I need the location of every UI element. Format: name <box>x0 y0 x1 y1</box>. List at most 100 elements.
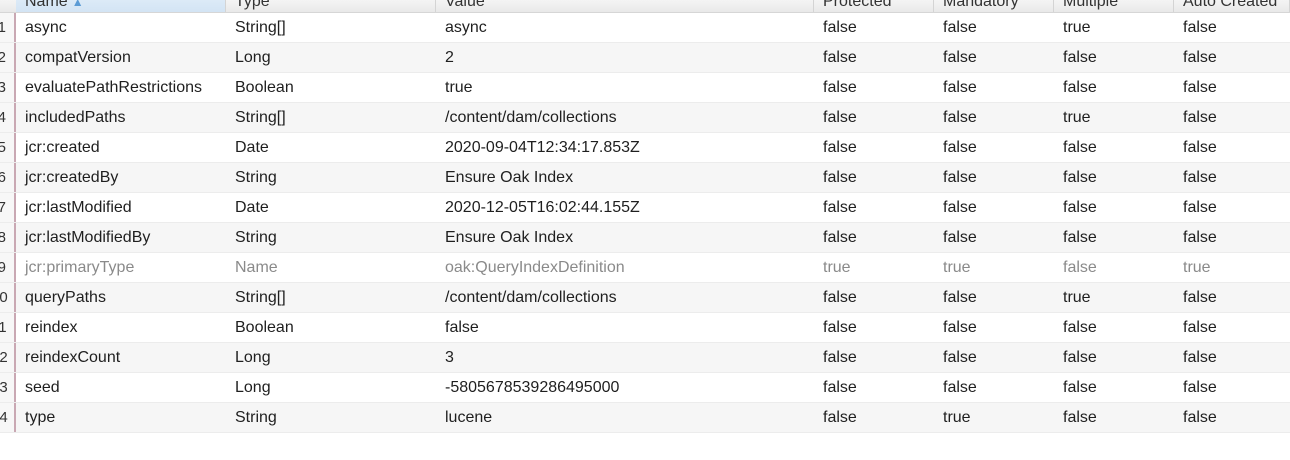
column-header-auto-created[interactable]: Auto Created <box>1174 0 1290 12</box>
table-row[interactable]: 1 async String[] async false false true false <box>0 13 1290 43</box>
cell-auto-created[interactable]: false <box>1174 73 1290 102</box>
cell-type[interactable]: Boolean <box>226 313 436 342</box>
cell-value[interactable]: 2020-09-04T12:34:17.853Z <box>436 133 814 162</box>
cell-name[interactable]: reindex <box>16 313 226 342</box>
cell-value[interactable]: lucene <box>436 403 814 432</box>
cell-protected[interactable]: false <box>814 373 934 402</box>
cell-mandatory[interactable]: false <box>934 43 1054 72</box>
cell-value[interactable]: -5805678539286495000 <box>436 373 814 402</box>
cell-value[interactable]: Ensure Oak Index <box>436 223 814 252</box>
cell-protected[interactable]: false <box>814 283 934 312</box>
cell-auto-created[interactable]: false <box>1174 13 1290 42</box>
cell-protected[interactable]: false <box>814 73 934 102</box>
cell-auto-created[interactable]: false <box>1174 373 1290 402</box>
cell-protected[interactable]: false <box>814 133 934 162</box>
cell-auto-created[interactable]: false <box>1174 103 1290 132</box>
cell-name[interactable]: jcr:lastModified <box>16 193 226 222</box>
cell-protected[interactable]: false <box>814 223 934 252</box>
cell-mandatory[interactable]: false <box>934 283 1054 312</box>
cell-value[interactable]: oak:QueryIndexDefinition <box>436 253 814 282</box>
cell-name[interactable]: jcr:created <box>16 133 226 162</box>
cell-type[interactable]: String[] <box>226 13 436 42</box>
cell-auto-created[interactable]: false <box>1174 283 1290 312</box>
cell-type[interactable]: Date <box>226 133 436 162</box>
cell-multiple[interactable]: false <box>1054 253 1174 282</box>
cell-type[interactable]: Date <box>226 193 436 222</box>
cell-multiple[interactable]: false <box>1054 343 1174 372</box>
cell-protected[interactable]: false <box>814 13 934 42</box>
cell-name[interactable]: includedPaths <box>16 103 226 132</box>
cell-value[interactable]: 2020-12-05T16:02:44.155Z <box>436 193 814 222</box>
table-row[interactable]: 11reindexBooleanfalsefalsefalsefalsefals… <box>0 313 1290 343</box>
cell-multiple[interactable]: false <box>1054 43 1174 72</box>
cell-type[interactable]: String <box>226 163 436 192</box>
cell-multiple[interactable]: false <box>1054 133 1174 162</box>
cell-multiple[interactable]: false <box>1054 373 1174 402</box>
cell-protected[interactable]: false <box>814 193 934 222</box>
cell-mandatory[interactable]: false <box>934 223 1054 252</box>
cell-multiple[interactable]: false <box>1054 163 1174 192</box>
cell-type[interactable]: String <box>226 223 436 252</box>
cell-multiple[interactable]: true <box>1054 283 1174 312</box>
cell-auto-created[interactable]: false <box>1174 193 1290 222</box>
cell-mandatory[interactable]: false <box>934 313 1054 342</box>
cell-multiple[interactable]: false <box>1054 223 1174 252</box>
cell-mandatory[interactable]: false <box>934 103 1054 132</box>
cell-value[interactable]: Ensure Oak Index <box>436 163 814 192</box>
cell-auto-created[interactable]: false <box>1174 223 1290 252</box>
cell-value[interactable]: false <box>436 313 814 342</box>
cell-auto-created[interactable]: false <box>1174 43 1290 72</box>
cell-multiple[interactable]: false <box>1054 403 1174 432</box>
table-row[interactable]: 13seedLong-5805678539286495000falsefalse… <box>0 373 1290 403</box>
table-row[interactable]: 12reindexCountLong3falsefalsefalsefalse <box>0 343 1290 373</box>
table-row[interactable]: 6 jcr:createdBy String Ensure Oak Index fals… <box>0 163 1290 193</box>
cell-value[interactable]: /content/dam/collections <box>436 283 814 312</box>
cell-mandatory[interactable]: false <box>934 163 1054 192</box>
cell-name[interactable]: jcr:primaryType <box>16 253 226 282</box>
cell-type[interactable]: String <box>226 403 436 432</box>
table-row[interactable]: 7 jcr:lastModified Date 2020-12-05T16:02:44… <box>0 193 1290 223</box>
column-header-value[interactable]: Value <box>436 0 814 12</box>
cell-auto-created[interactable]: false <box>1174 133 1290 162</box>
column-header-mandatory[interactable]: Mandatory <box>934 0 1054 12</box>
cell-multiple[interactable]: false <box>1054 73 1174 102</box>
cell-protected[interactable]: false <box>814 313 934 342</box>
table-row[interactable]: 4 includedPaths String[]/content/dam/colle… <box>0 103 1290 133</box>
cell-protected[interactable]: false <box>814 163 934 192</box>
cell-auto-created[interactable]: true <box>1174 253 1290 282</box>
cell-type[interactable]: String[] <box>226 103 436 132</box>
column-header-protected[interactable]: Protected <box>814 0 934 12</box>
table-row[interactable]: 14typeStringlucenefalsetruefalsefalse <box>0 403 1290 433</box>
table-row[interactable]: 2 compatVersion Long 2 false false false false <box>0 43 1290 73</box>
cell-mandatory[interactable]: true <box>934 253 1054 282</box>
cell-type[interactable]: Long <box>226 43 436 72</box>
cell-protected[interactable]: false <box>814 403 934 432</box>
table-row[interactable]: 10queryPathsString[]/content/dam/collect… <box>0 283 1290 313</box>
cell-name[interactable]: async <box>16 13 226 42</box>
cell-protected[interactable]: false <box>814 103 934 132</box>
cell-auto-created[interactable]: false <box>1174 163 1290 192</box>
cell-name[interactable]: reindexCount <box>16 343 226 372</box>
cell-value[interactable]: 2 <box>436 43 814 72</box>
cell-type[interactable]: Boolean <box>226 73 436 102</box>
cell-mandatory[interactable]: false <box>934 13 1054 42</box>
cell-mandatory[interactable]: false <box>934 73 1054 102</box>
column-header-multiple[interactable]: Multiple <box>1054 0 1174 12</box>
cell-name[interactable]: queryPaths <box>16 283 226 312</box>
cell-auto-created[interactable]: false <box>1174 403 1290 432</box>
table-row[interactable]: 8 jcr:lastModifiedBy String Ensure Oak Inde… <box>0 223 1290 253</box>
cell-type[interactable]: Name <box>226 253 436 282</box>
column-header-type[interactable]: Type <box>226 0 436 12</box>
cell-auto-created[interactable]: false <box>1174 343 1290 372</box>
cell-name[interactable]: compatVersion <box>16 43 226 72</box>
cell-type[interactable]: Long <box>226 343 436 372</box>
table-row[interactable]: 3 evaluatePathRestrictions Boolean true fals… <box>0 73 1290 103</box>
cell-protected[interactable]: true <box>814 253 934 282</box>
column-header-name[interactable]: Name ▲ <box>16 0 226 12</box>
cell-auto-created[interactable]: false <box>1174 313 1290 342</box>
cell-name[interactable]: jcr:lastModifiedBy <box>16 223 226 252</box>
cell-name[interactable]: evaluatePathRestrictions <box>16 73 226 102</box>
cell-multiple[interactable]: false <box>1054 193 1174 222</box>
cell-multiple[interactable]: false <box>1054 313 1174 342</box>
cell-value[interactable]: 3 <box>436 343 814 372</box>
